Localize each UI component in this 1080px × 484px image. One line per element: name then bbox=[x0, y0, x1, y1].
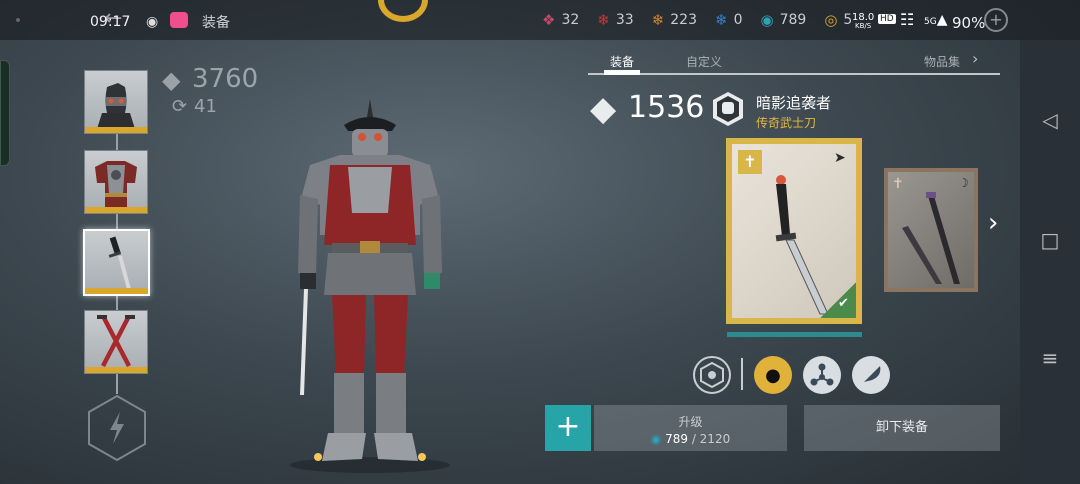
resource-item[interactable]: ❄ 0 bbox=[715, 11, 743, 29]
battery-level: 90% bbox=[952, 14, 986, 32]
system-nav-bar bbox=[1020, 40, 1080, 484]
weapon-slot[interactable] bbox=[83, 229, 150, 296]
resource-item[interactable]: ◎ 5 bbox=[824, 11, 852, 29]
item-power: 1536 bbox=[628, 90, 705, 125]
tab-active-indicator bbox=[604, 70, 640, 75]
nodes-icon bbox=[810, 363, 834, 386]
feather-slash-icon bbox=[861, 366, 881, 385]
blue-drop-icon: ❄ bbox=[715, 11, 728, 29]
tab-customize[interactable]: 自定义 bbox=[686, 53, 722, 70]
resource-item[interactable]: ◉ 789 bbox=[761, 11, 807, 29]
alternate-weapon-card[interactable]: ✝ ☽ bbox=[884, 168, 978, 292]
helmet-icon bbox=[97, 77, 135, 129]
upgrade-cost: ◉ 789 / 2120 bbox=[650, 432, 731, 446]
next-item-chevron-icon[interactable]: › bbox=[988, 208, 998, 238]
faction-emblem-icon bbox=[710, 91, 746, 127]
tab-collections[interactable]: 物品集 bbox=[924, 53, 960, 70]
twin-blades-icon bbox=[97, 315, 135, 367]
lightning-hex-icon bbox=[88, 394, 146, 462]
wifi-icon: ☷ bbox=[900, 10, 915, 29]
slash-ability-button[interactable] bbox=[852, 356, 890, 394]
net-speed: 18.0 KB/S bbox=[852, 12, 875, 31]
crimson-diamond-icon: ❖ bbox=[542, 11, 556, 29]
item-name: 暗影追袭者 bbox=[756, 94, 832, 112]
screen-title: 装备 bbox=[202, 15, 230, 31]
hd-badge: HD bbox=[878, 14, 896, 24]
gear-score-icon: ◆ bbox=[590, 89, 617, 129]
status-bar bbox=[0, 0, 1080, 40]
teal-coin-icon: ◉ bbox=[760, 11, 774, 29]
faction-feat-button[interactable] bbox=[693, 356, 731, 394]
chevron-right-icon[interactable]: › bbox=[972, 49, 978, 68]
tab-equipment[interactable]: 装备 bbox=[610, 53, 634, 70]
gear-power-icon: ◆ bbox=[162, 66, 181, 94]
resource-item[interactable]: ❄ 223 bbox=[652, 11, 697, 29]
chest-armor-slot[interactable] bbox=[84, 150, 148, 214]
resource-list: ❖ 32 ❄ 33 ❄ 223 ❄ 0 ◉ 789 ◎ 5 bbox=[542, 11, 852, 29]
item-rarity: 传奇武士刀 bbox=[756, 116, 817, 130]
katana-icon bbox=[108, 236, 131, 289]
resource-item[interactable]: ❖ 32 bbox=[542, 11, 579, 29]
wechat-icon: ◉ bbox=[146, 14, 159, 30]
app-notification-icon bbox=[170, 12, 188, 28]
bomb-icon: ● bbox=[765, 364, 781, 386]
back-arrow-icon[interactable]: ← bbox=[104, 6, 122, 31]
upgrade-cycle-icon: ⟳ bbox=[172, 96, 188, 117]
add-currency-icon[interactable]: + bbox=[984, 8, 1008, 32]
back-triangle-icon[interactable]: ◁ bbox=[1020, 108, 1080, 132]
menu-lines-icon[interactable]: ≡ bbox=[1020, 346, 1080, 370]
gold-coin-icon: ◎ bbox=[824, 11, 838, 29]
teal-coin-icon: ◉ bbox=[650, 432, 662, 446]
ability-divider bbox=[741, 358, 743, 390]
side-drawer-handle[interactable] bbox=[0, 60, 10, 166]
ability-slot-locked[interactable] bbox=[86, 394, 148, 462]
character-model bbox=[290, 99, 450, 473]
signal-icon: 5G▲ bbox=[924, 12, 948, 28]
upgrade-count: 41 bbox=[194, 96, 217, 117]
card-selection-bar bbox=[727, 332, 862, 337]
upgrade-button[interactable]: 升级 ◉ 789 / 2120 bbox=[594, 405, 787, 451]
chest-armor-icon bbox=[95, 161, 137, 207]
hex-emblem-icon bbox=[700, 362, 724, 388]
home-square-icon[interactable]: □ bbox=[1020, 228, 1080, 252]
bomb-ability-button[interactable]: ● bbox=[754, 356, 792, 394]
resource-item[interactable]: ❄ 33 bbox=[597, 11, 633, 29]
network-ability-button[interactable] bbox=[803, 356, 841, 394]
equipped-weapon-card[interactable]: ✝ ➤ ✔ bbox=[726, 138, 862, 324]
quick-upgrade-button[interactable]: + bbox=[545, 405, 591, 451]
unequip-button[interactable]: 卸下装备 bbox=[804, 405, 1000, 451]
tab-divider bbox=[588, 73, 1000, 75]
upgrade-label: 升级 bbox=[678, 415, 703, 429]
orange-flame-icon: ❄ bbox=[651, 11, 665, 29]
camera-dot bbox=[16, 18, 20, 22]
red-flame-icon: ❄ bbox=[597, 11, 610, 29]
twin-dark-blades-icon bbox=[902, 192, 960, 284]
secondary-weapon-slot[interactable] bbox=[84, 310, 148, 374]
helmet-slot[interactable] bbox=[84, 70, 148, 134]
character-power: 3760 bbox=[192, 64, 259, 94]
